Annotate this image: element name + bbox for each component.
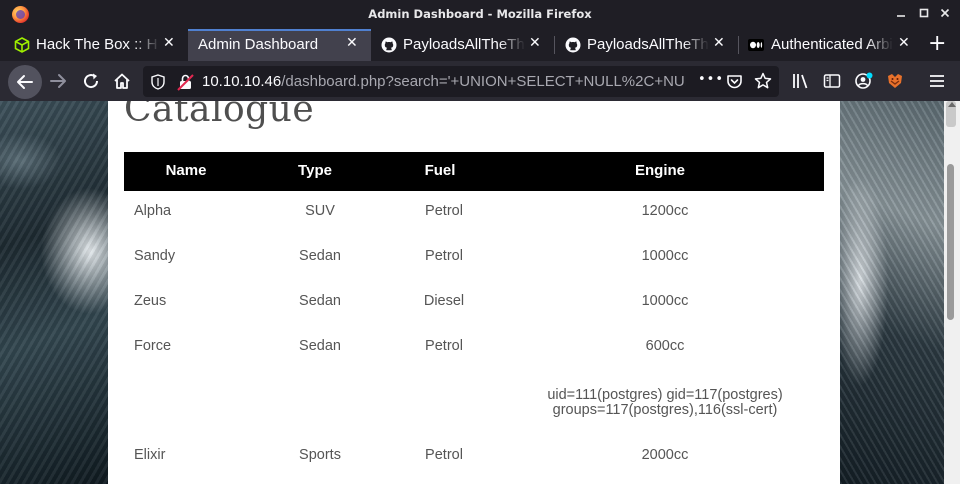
background-image-right — [840, 101, 944, 484]
tab-close-icon[interactable]: ✕ — [163, 35, 175, 51]
background-image-left — [0, 101, 108, 484]
window-titlebar: Admin Dashboard - Mozilla Firefox — [0, 0, 960, 29]
close-icon[interactable] — [937, 6, 953, 22]
cell-type: Sedan — [299, 338, 341, 354]
page-actions-button[interactable]: ••• — [698, 72, 724, 87]
hamburger-menu-icon — [930, 75, 944, 87]
home-button[interactable] — [107, 66, 137, 96]
tab-close-icon[interactable]: ✕ — [346, 35, 358, 51]
tab-strip: Hack The Box :: Hack ✕ Admin Dashboard ✕… — [0, 29, 960, 61]
htb-cube-icon — [14, 37, 30, 53]
cell-engine: 1200cc — [641, 203, 689, 219]
column-header-name: Name — [165, 162, 207, 179]
column-header-type: Type — [298, 162, 332, 179]
tab-close-icon[interactable]: ✕ — [898, 35, 910, 51]
page-title: Catalogue — [124, 101, 315, 130]
cell-engine: 1000cc — [641, 248, 689, 264]
library-icon — [793, 74, 808, 89]
reload-button[interactable] — [76, 66, 106, 96]
tab-authenticated[interactable]: Authenticated Arbitr ✕ — [739, 29, 921, 61]
reload-icon — [84, 73, 99, 89]
sidebar-icon — [823, 74, 841, 88]
bookmark-star-icon[interactable] — [754, 72, 772, 90]
cell-name: Alpha — [134, 203, 172, 219]
window-title: Admin Dashboard - Mozilla Firefox — [368, 7, 592, 21]
tab-payloads-1[interactable]: PayloadsAllTheThings ✕ — [371, 29, 554, 61]
cell-engine: 2000cc — [641, 447, 689, 463]
home-icon — [114, 73, 130, 89]
scrollbar-thumb[interactable] — [947, 164, 954, 320]
tab-close-icon[interactable]: ✕ — [529, 35, 541, 51]
tab-close-icon[interactable]: ✕ — [713, 35, 725, 51]
cell-engine-line: groups=117(postgres),116(ssl-cert) — [552, 402, 778, 418]
url-path: /dashboard.php?search='+UNION+SELECT+NUL… — [281, 73, 686, 90]
cell-type: Sedan — [299, 248, 341, 264]
tab-label: Admin Dashboard — [198, 36, 319, 53]
cell-fuel: Diesel — [423, 293, 465, 309]
pocket-icon[interactable] — [726, 73, 743, 90]
cell-fuel: Petrol — [425, 248, 463, 264]
cell-name: Elixir — [134, 447, 166, 463]
cell-engine: uid=111(postgres) gid=117(postgres) grou… — [547, 388, 782, 418]
github-icon — [565, 37, 581, 53]
minimize-icon[interactable] — [893, 6, 909, 22]
tab-admin-dashboard[interactable]: Admin Dashboard ✕ — [188, 29, 371, 61]
maximize-icon[interactable] — [916, 6, 932, 22]
tab-payloads-2[interactable]: PayloadsAllTheThings ✕ — [555, 29, 738, 61]
cell-name: Sandy — [134, 248, 176, 264]
sidebar-button[interactable] — [817, 66, 847, 96]
menu-button[interactable] — [922, 66, 952, 96]
cell-type: Sedan — [299, 293, 341, 309]
cell-fuel: Petrol — [425, 203, 463, 219]
account-icon — [855, 72, 873, 89]
cell-engine: 1000cc — [641, 293, 689, 309]
cell-name: Force — [134, 338, 172, 354]
scroll-up-arrow-icon — [948, 102, 956, 107]
cell-type: Sports — [299, 447, 341, 463]
cell-engine: 600cc — [645, 338, 685, 354]
forward-arrow-icon — [50, 74, 66, 88]
catalogue-panel: Catalogue Name Type Fuel Engine Alpha SU… — [108, 101, 840, 484]
forward-button[interactable] — [43, 66, 73, 96]
navigation-toolbar: 10.10.10.46/dashboard.php?search='+UNION… — [0, 61, 960, 101]
back-arrow-icon — [17, 75, 33, 89]
medium-icon — [748, 39, 764, 51]
url-text[interactable]: 10.10.10.46/dashboard.php?search='+UNION… — [202, 73, 686, 90]
extension-button[interactable] — [880, 66, 910, 96]
url-host: 10.10.10.46 — [202, 73, 282, 90]
foxyproxy-icon — [888, 74, 902, 88]
github-icon — [381, 37, 397, 53]
url-bar[interactable]: 10.10.10.46/dashboard.php?search='+UNION… — [143, 66, 779, 97]
back-button[interactable] — [8, 65, 42, 99]
table-header: Name Type Fuel Engine — [124, 152, 824, 191]
tracking-shield-icon[interactable] — [151, 74, 165, 90]
page-content[interactable]: Catalogue Name Type Fuel Engine Alpha SU… — [0, 101, 944, 484]
cell-name: Zeus — [134, 293, 167, 309]
library-button[interactable] — [786, 66, 816, 96]
new-tab-button[interactable]: + — [928, 33, 946, 55]
tab-hack-the-box[interactable]: Hack The Box :: Hack ✕ — [0, 29, 188, 61]
cell-fuel: Petrol — [425, 447, 463, 463]
cell-fuel: Petrol — [425, 338, 463, 354]
column-header-fuel: Fuel — [424, 162, 456, 179]
column-header-engine: Engine — [634, 162, 686, 179]
insecure-lock-icon[interactable] — [177, 73, 195, 91]
cell-engine-line: uid=111(postgres) gid=117(postgres) — [547, 387, 783, 403]
account-button[interactable] — [849, 66, 879, 96]
cell-type: SUV — [305, 203, 335, 219]
